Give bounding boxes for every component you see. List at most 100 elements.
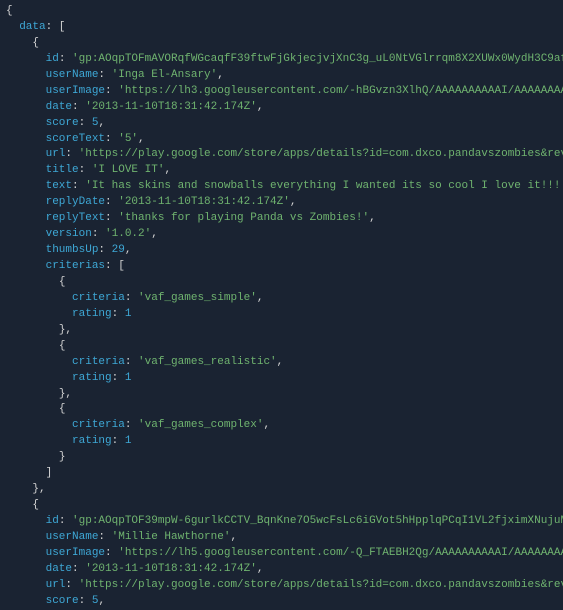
code-token-punc: : bbox=[59, 515, 72, 527]
code-token-key: scoreText bbox=[46, 133, 105, 145]
code-line: url: 'https://play.google.com/store/apps… bbox=[6, 147, 563, 163]
code-token-punc: , bbox=[164, 164, 171, 176]
code-line: { bbox=[6, 498, 563, 514]
code-token-punc: : bbox=[79, 164, 92, 176]
code-line: date: '2013-11-10T18:31:42.174Z', bbox=[6, 562, 563, 578]
code-line: userImage: 'https://lh3.googleuserconten… bbox=[6, 84, 563, 100]
code-token-punc: : bbox=[65, 148, 78, 160]
code-token-key: criteria bbox=[72, 356, 125, 368]
code-line: data: [ bbox=[6, 20, 563, 36]
code-token-punc: : bbox=[79, 117, 92, 129]
code-line: replyText: 'thanks for playing Panda vs … bbox=[6, 211, 563, 227]
code-line: version: '1.0.2', bbox=[6, 227, 563, 243]
code-line: { bbox=[6, 4, 563, 20]
code-line: { bbox=[6, 402, 563, 418]
code-token-punc: , bbox=[257, 292, 264, 304]
code-token-punc: , bbox=[217, 69, 224, 81]
code-token-punc: : bbox=[112, 435, 125, 447]
code-token-key: data bbox=[19, 21, 45, 33]
code-line: scoreText: '5', bbox=[6, 132, 563, 148]
code-token-key: text bbox=[46, 180, 72, 192]
code-editor: { data: [ { id: 'gp:AOqpTOFmAVORqfWGcaqf… bbox=[0, 0, 563, 610]
code-line: date: '2013-11-10T18:31:42.174Z', bbox=[6, 100, 563, 116]
code-line: { bbox=[6, 36, 563, 52]
code-token-str: '5' bbox=[118, 133, 138, 145]
code-token-key: id bbox=[46, 515, 59, 527]
code-line: text: 'It has skins and snowballs everyt… bbox=[6, 179, 563, 195]
code-token-str: '1.0.2' bbox=[105, 228, 151, 240]
code-token-key: userImage bbox=[46, 85, 105, 97]
code-token-punc: : bbox=[105, 133, 118, 145]
code-token-num: 1 bbox=[125, 372, 132, 384]
code-token-str: 'gp:AOqpTOFmAVORqfWGcaqfF39ftwFjGkjecjvj… bbox=[72, 53, 563, 65]
code-token-punc: : bbox=[105, 547, 118, 559]
code-token-str: 'Millie Hawthorne' bbox=[112, 531, 231, 543]
code-token-punc: : bbox=[98, 69, 111, 81]
code-line: id: 'gp:AOqpTOF39mpW-6gurlkCCTV_BqnKne7O… bbox=[6, 514, 563, 530]
code-line: rating: 1 bbox=[6, 307, 563, 323]
code-token-punc: , bbox=[369, 212, 376, 224]
code-token-key: title bbox=[46, 164, 79, 176]
code-token-punc: : bbox=[105, 212, 118, 224]
code-token-punc: : bbox=[92, 228, 105, 240]
code-token-str: 'https://play.google.com/store/apps/deta… bbox=[79, 148, 563, 160]
code-token-punc: , bbox=[98, 595, 105, 607]
code-token-str: 'I LOVE IT' bbox=[92, 164, 165, 176]
code-token-key: date bbox=[46, 563, 72, 575]
code-token-key: rating bbox=[72, 372, 112, 384]
code-line: thumbsUp: 29, bbox=[6, 243, 563, 259]
code-token-punc: : bbox=[112, 372, 125, 384]
code-token-punc: , bbox=[257, 563, 264, 575]
code-token-punc: : bbox=[98, 244, 111, 256]
code-token-key: rating bbox=[72, 435, 112, 447]
code-token-punc: : [ bbox=[105, 260, 125, 272]
code-token-key: criteria bbox=[72, 419, 125, 431]
code-token-punc: , bbox=[151, 228, 158, 240]
code-line: } bbox=[6, 450, 563, 466]
code-token-key: userImage bbox=[46, 547, 105, 559]
code-token-punc: : bbox=[98, 531, 111, 543]
code-token-str: '2013-11-10T18:31:42.174Z' bbox=[118, 196, 290, 208]
code-token-key: id bbox=[46, 53, 59, 65]
code-token-key: url bbox=[46, 579, 66, 591]
code-token-punc: : bbox=[72, 180, 85, 192]
code-token-key: url bbox=[46, 148, 66, 160]
code-line: userName: 'Inga El-Ansary', bbox=[6, 68, 563, 84]
code-token-str: 'It has skins and snowballs everything I… bbox=[85, 180, 563, 192]
code-line: userName: 'Millie Hawthorne', bbox=[6, 530, 563, 546]
code-token-key: replyText bbox=[46, 212, 105, 224]
code-token-key: score bbox=[46, 595, 79, 607]
code-token-punc: } bbox=[59, 451, 66, 463]
code-token-key: criterias bbox=[46, 260, 105, 272]
code-token-punc: }, bbox=[59, 324, 72, 336]
code-token-punc: , bbox=[263, 419, 270, 431]
code-token-str: 'https://lh5.googleusercontent.com/-Q_FT… bbox=[118, 547, 563, 559]
code-line: score: 5, bbox=[6, 116, 563, 132]
code-line: criteria: 'vaf_games_simple', bbox=[6, 291, 563, 307]
code-line: title: 'I LOVE IT', bbox=[6, 163, 563, 179]
code-token-str: 'https://lh3.googleusercontent.com/-hBGv… bbox=[118, 85, 563, 97]
code-line: criterias: [ bbox=[6, 259, 563, 275]
code-token-key: userName bbox=[46, 531, 99, 543]
code-line: replyDate: '2013-11-10T18:31:42.174Z', bbox=[6, 195, 563, 211]
code-token-punc: { bbox=[32, 37, 39, 49]
code-token-punc: : bbox=[105, 196, 118, 208]
code-token-str: 'thanks for playing Panda vs Zombies!' bbox=[118, 212, 369, 224]
code-token-punc: : [ bbox=[46, 21, 66, 33]
code-line: { bbox=[6, 339, 563, 355]
code-token-key: thumbsUp bbox=[46, 244, 99, 256]
code-token-punc: { bbox=[59, 276, 66, 288]
code-line: rating: 1 bbox=[6, 434, 563, 450]
code-token-key: replyDate bbox=[46, 196, 105, 208]
code-line: rating: 1 bbox=[6, 371, 563, 387]
code-token-str: 'vaf_games_complex' bbox=[138, 419, 263, 431]
code-token-punc: { bbox=[6, 5, 13, 17]
code-token-punc: : bbox=[72, 101, 85, 113]
code-line: }, bbox=[6, 387, 563, 403]
code-token-punc: : bbox=[105, 85, 118, 97]
code-token-punc: , bbox=[277, 356, 284, 368]
code-token-key: criteria bbox=[72, 292, 125, 304]
code-token-punc: : bbox=[125, 356, 138, 368]
code-token-punc: , bbox=[230, 531, 237, 543]
code-token-str: 'gp:AOqpTOF39mpW-6gurlkCCTV_BqnKne7O5wcF… bbox=[72, 515, 563, 527]
